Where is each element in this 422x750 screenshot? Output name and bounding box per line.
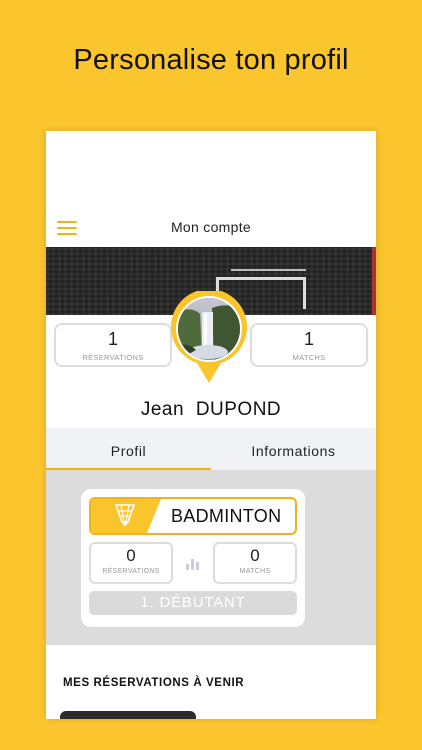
promo-headline: Personalise ton profil — [73, 44, 349, 76]
stats-bars-icon — [186, 559, 199, 570]
avatar[interactable] — [171, 291, 251, 387]
sport-name: BADMINTON — [171, 506, 282, 526]
matchs-stat: 1 MATCHS — [250, 323, 368, 367]
level-badge: 1. DÉBUTANT — [89, 591, 297, 615]
phone-screen: Mon compte 1 RÉSERVATIONS 1 MATCHS Jean … — [46, 131, 376, 719]
sport-reservations-stat: 0 RÉSERVATIONS — [89, 542, 173, 584]
tab-profil[interactable]: Profil — [46, 428, 211, 470]
last-name: DUPOND — [195, 399, 282, 420]
reservation-thumbnail[interactable] — [60, 711, 196, 719]
reservations-stat: 1 RÉSERVATIONS — [54, 323, 172, 367]
page-title: Mon compte — [170, 219, 252, 235]
matchs-count: 1 — [303, 329, 314, 349]
sport-matchs-label: MATCHS — [239, 568, 271, 575]
shuttlecock-icon — [114, 504, 136, 526]
sport-header[interactable]: BADMINTON — [89, 497, 297, 535]
tab-informations[interactable]: Informations — [211, 428, 376, 470]
first-name: Jean — [140, 399, 185, 420]
avatar-image — [178, 298, 240, 360]
sport-matchs-stat: 0 MATCHS — [213, 542, 297, 584]
profile-tabs: Profil Informations — [46, 428, 376, 470]
matchs-label: MATCHS — [292, 353, 326, 362]
sport-card: BADMINTON 0 RÉSERVATIONS 0 MATCHS 1. DÉB… — [81, 489, 305, 627]
reservations-label: RÉSERVATIONS — [82, 353, 144, 362]
sport-reservations-label: RÉSERVATIONS — [102, 568, 160, 575]
sport-matchs-count: 0 — [250, 546, 260, 565]
user-name: Jean DUPOND — [46, 399, 376, 421]
reservations-count: 1 — [107, 329, 118, 349]
top-bar: Mon compte — [46, 207, 376, 247]
upcoming-reservations-title: MES RÉSERVATIONS À VENIR — [63, 677, 245, 689]
upcoming-reservations: MES RÉSERVATIONS À VENIR — [46, 645, 376, 719]
sport-reservations-count: 0 — [126, 546, 136, 565]
